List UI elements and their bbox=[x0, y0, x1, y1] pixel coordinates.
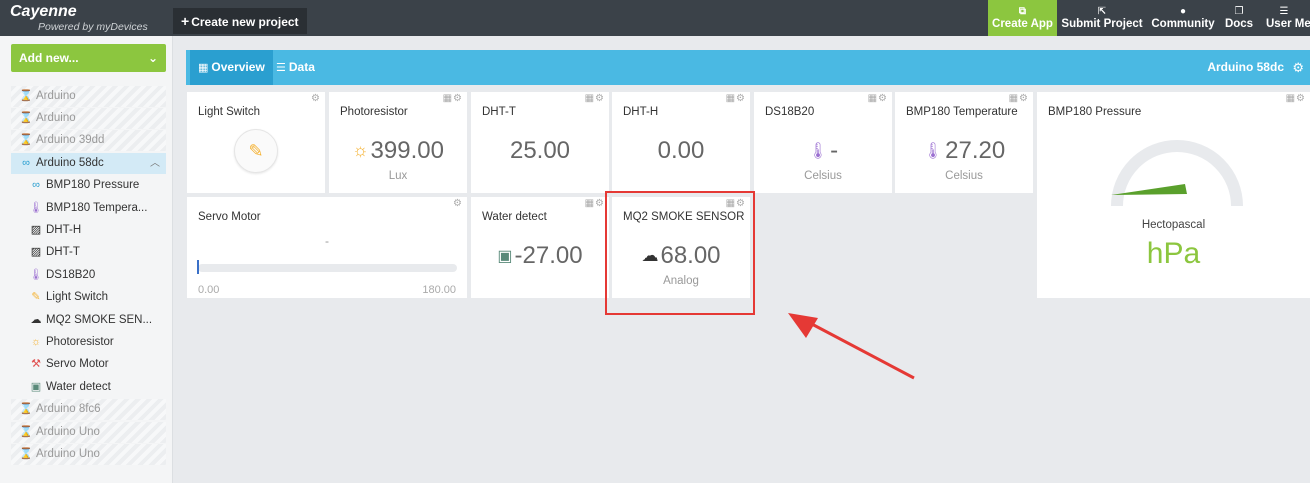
annotation-arrow bbox=[788, 313, 915, 380]
arrow-head bbox=[788, 313, 818, 338]
arrow-shaft bbox=[807, 320, 915, 380]
